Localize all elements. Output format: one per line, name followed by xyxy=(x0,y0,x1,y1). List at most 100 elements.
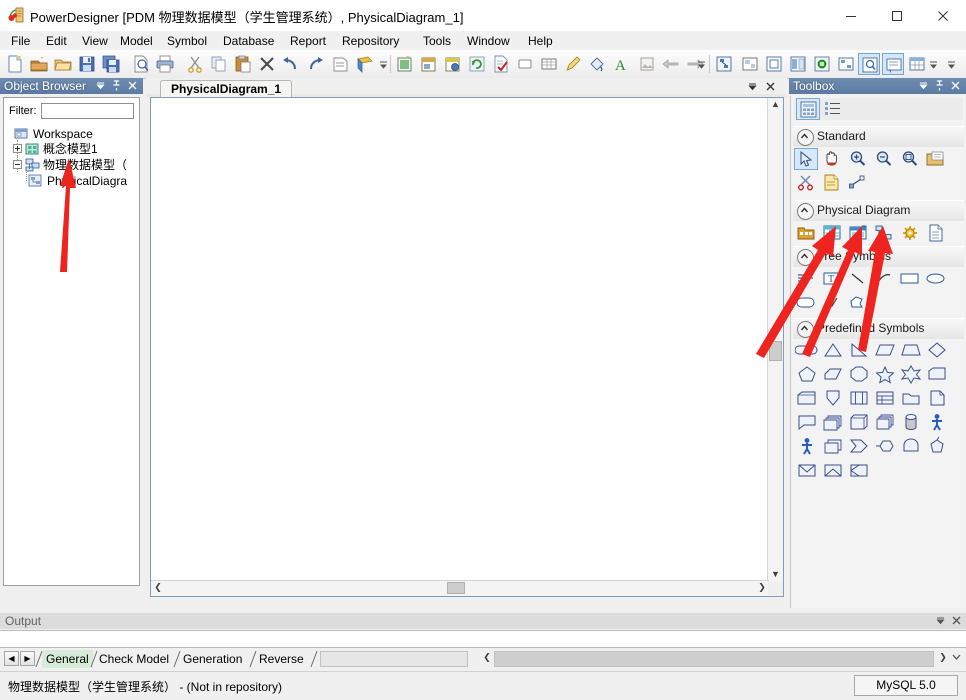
rectangle-tool-button[interactable] xyxy=(898,268,922,290)
grabber-tool-button[interactable] xyxy=(820,148,844,170)
output-close-button[interactable] xyxy=(950,614,963,627)
zoom-fit-tool-button[interactable] xyxy=(898,148,922,170)
open-button[interactable] xyxy=(52,53,74,75)
table-symbol-button[interactable] xyxy=(873,388,897,408)
toolbox-dropdown-button[interactable] xyxy=(917,79,930,92)
toolbox-close-button[interactable] xyxy=(949,79,962,92)
output-hscroll-thumb[interactable] xyxy=(494,651,934,667)
file-tool-button[interactable] xyxy=(924,222,948,244)
zoom-selection-button[interactable] xyxy=(787,53,809,75)
canvas-hscroll-left-button[interactable]: ❮ xyxy=(151,581,165,595)
reference-tool-button[interactable] xyxy=(872,222,896,244)
rounded-rectangle-symbol-button[interactable] xyxy=(795,340,819,360)
refresh-button[interactable] xyxy=(466,53,488,75)
redo-button[interactable] xyxy=(304,53,326,75)
output-tab-reverse[interactable]: Reverse xyxy=(259,650,304,668)
star-symbol-button[interactable] xyxy=(873,364,897,384)
print-button[interactable] xyxy=(154,53,176,75)
help-button[interactable]: ? xyxy=(354,53,376,75)
cut-button[interactable] xyxy=(184,53,206,75)
object-browser-dropdown-button[interactable] xyxy=(94,79,107,92)
chevron-up-icon[interactable] xyxy=(797,129,814,146)
text-block-tool-button[interactable] xyxy=(794,268,818,290)
connector-left-symbol-button[interactable] xyxy=(873,436,897,456)
new-diagram-button[interactable] xyxy=(394,53,416,75)
vscroll-up-button[interactable]: ▲ xyxy=(768,98,783,112)
new-package-button[interactable] xyxy=(28,53,50,75)
output-dropdown-button[interactable] xyxy=(934,614,947,627)
cylinder-symbol-button[interactable] xyxy=(899,412,923,432)
previous-button[interactable] xyxy=(660,53,682,75)
shield-symbol-button[interactable] xyxy=(821,388,845,408)
link-tool-button[interactable] xyxy=(846,172,870,194)
toolbox-section-free-header[interactable]: Free Symbols xyxy=(793,246,964,267)
menu-model[interactable]: Model xyxy=(115,33,158,49)
grid-button[interactable] xyxy=(538,53,560,75)
output-tab-next-button[interactable]: ▶ xyxy=(20,651,35,666)
card-symbol-button[interactable] xyxy=(925,364,949,384)
procedure-tool-button[interactable] xyxy=(898,222,922,244)
canvas-hscroll-thumb[interactable] xyxy=(447,582,465,594)
trapezoid-symbol-button[interactable] xyxy=(899,340,923,360)
menu-database[interactable]: Database xyxy=(218,33,279,49)
chevron-up-icon[interactable] xyxy=(797,249,814,266)
output-content[interactable] xyxy=(0,630,966,648)
save-button[interactable] xyxy=(76,53,98,75)
menu-window[interactable]: Window xyxy=(462,33,515,49)
paste-button[interactable] xyxy=(232,53,254,75)
maximize-button[interactable] xyxy=(874,0,920,31)
new-package-diagram-button[interactable] xyxy=(418,53,440,75)
line-tool-button[interactable] xyxy=(846,268,870,290)
menu-symbol[interactable]: Symbol xyxy=(162,33,212,49)
output-tab-general[interactable]: General xyxy=(42,650,93,668)
print-preview-button[interactable] xyxy=(130,53,152,75)
zoom-page-button[interactable] xyxy=(763,53,785,75)
output-hscroll-left-button[interactable]: ❮ xyxy=(480,651,494,667)
tree-expander-cdm[interactable] xyxy=(13,144,22,153)
parallelogram-symbol-button[interactable] xyxy=(873,340,897,360)
window-symbol-button[interactable] xyxy=(847,388,871,408)
view-tool-button[interactable] xyxy=(846,222,870,244)
menu-report[interactable]: Report xyxy=(285,33,331,49)
menu-tools[interactable]: Tools xyxy=(418,33,456,49)
vscroll-down-button[interactable]: ▼ xyxy=(768,568,783,582)
output-tab-check-model[interactable]: Check Model xyxy=(99,650,169,668)
rectangle-button[interactable] xyxy=(514,53,536,75)
layered-box-symbol-button[interactable] xyxy=(821,436,845,456)
title-tool-button[interactable]: T xyxy=(820,268,844,290)
connector-pin-symbol-button[interactable] xyxy=(925,436,949,456)
diagram-tab[interactable]: PhysicalDiagram_1 xyxy=(160,80,292,98)
output-tab-generation[interactable]: Generation xyxy=(183,650,242,668)
diagram-canvas[interactable] xyxy=(151,98,769,582)
polyline-tool-button[interactable] xyxy=(820,292,844,314)
connector-circle-symbol-button[interactable] xyxy=(899,436,923,456)
save-all-button[interactable] xyxy=(100,53,122,75)
toolbox-section-physical-header[interactable]: Physical Diagram xyxy=(793,200,964,221)
object-browser-pin-button[interactable] xyxy=(110,79,123,92)
auto-layout-button[interactable] xyxy=(811,53,833,75)
octagon-symbol-button[interactable] xyxy=(847,364,871,384)
output-tab-prev-button[interactable]: ◀ xyxy=(4,651,19,666)
chevron-symbol-button[interactable] xyxy=(847,436,871,456)
package-tool-button[interactable] xyxy=(794,222,818,244)
grid-view-button[interactable] xyxy=(906,53,928,75)
rounded-rect-tool-button[interactable] xyxy=(794,292,818,314)
toolbar-overflow-2[interactable] xyxy=(697,59,706,69)
pentagon-symbol-button[interactable] xyxy=(795,364,819,384)
canvas-hscrollbar[interactable]: ❮ ❯ xyxy=(151,580,769,596)
undo-button[interactable] xyxy=(280,53,302,75)
filter-input[interactable] xyxy=(41,103,134,119)
chevron-up-icon[interactable] xyxy=(797,203,814,220)
box-symbol-button[interactable] xyxy=(847,412,871,432)
vscroll-thumb[interactable] xyxy=(769,341,782,361)
delete-tool-button[interactable] xyxy=(794,172,818,194)
six-point-star-symbol-button[interactable] xyxy=(899,364,923,384)
toolbar-overflow-3[interactable] xyxy=(929,59,938,69)
pointer-tool-button[interactable] xyxy=(794,148,818,170)
minimize-button[interactable] xyxy=(828,0,874,31)
ellipse-tool-button[interactable] xyxy=(924,268,948,290)
table-tool-button[interactable] xyxy=(820,222,844,244)
menu-file[interactable]: File xyxy=(6,33,35,49)
copy-button[interactable] xyxy=(208,53,230,75)
model-options-button[interactable] xyxy=(442,53,464,75)
